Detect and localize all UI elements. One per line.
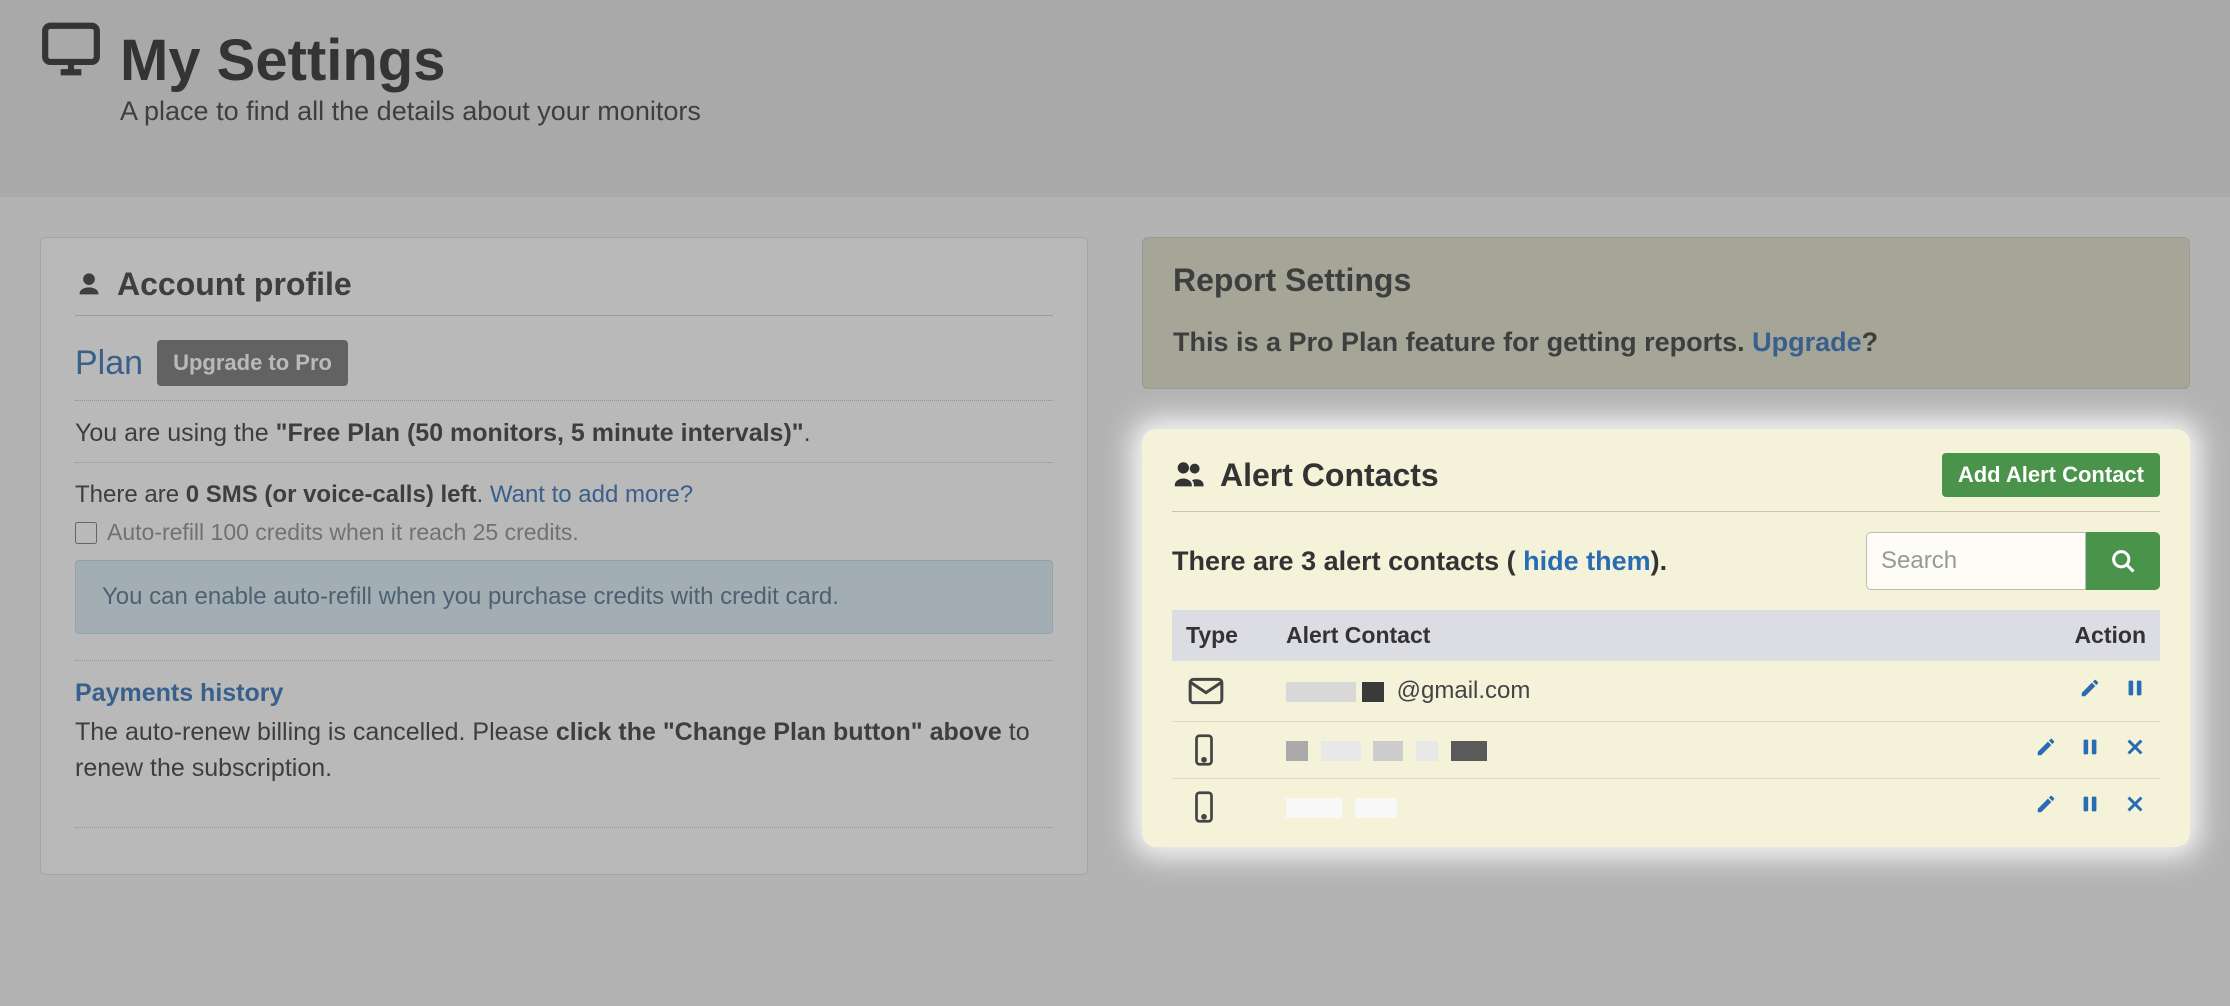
- sms-prefix: There are: [75, 481, 186, 508]
- upgrade-to-pro-button[interactable]: Upgrade to Pro: [157, 340, 348, 386]
- col-contact: Alert Contact: [1272, 610, 1838, 661]
- table-row: [1172, 779, 2160, 836]
- plan-desc-prefix: You are using the: [75, 419, 276, 447]
- envelope-icon: [1186, 671, 1258, 711]
- autorefill-checkbox[interactable]: [75, 522, 97, 544]
- report-upgrade-link[interactable]: Upgrade: [1752, 327, 1862, 357]
- plan-link[interactable]: Plan: [75, 344, 143, 383]
- search-button[interactable]: [2086, 532, 2160, 590]
- page-title: My Settings: [120, 27, 446, 94]
- monitor-icon: [40, 18, 102, 80]
- users-icon: [1172, 458, 1206, 492]
- x-icon: [2124, 736, 2146, 758]
- hide-contacts-link[interactable]: hide them: [1523, 546, 1651, 576]
- col-type: Type: [1172, 610, 1272, 661]
- sms-bold: 0 SMS (or voice-calls) left: [186, 481, 477, 508]
- table-header-row: Type Alert Contact Action: [1172, 610, 2160, 661]
- separator: [75, 660, 1053, 661]
- add-sms-link[interactable]: Want to add more?: [490, 481, 693, 508]
- pencil-icon: [2035, 793, 2057, 815]
- sms-suffix: .: [476, 481, 489, 508]
- payments-text: The auto-renew billing is cancelled. Ple…: [75, 714, 1053, 787]
- pause-contact-button[interactable]: [2079, 793, 2101, 815]
- plan-description: You are using the "Free Plan (50 monitor…: [75, 419, 1053, 463]
- edit-contact-button[interactable]: [2035, 736, 2057, 758]
- user-icon: [75, 271, 103, 299]
- autorefill-row[interactable]: Auto-refill 100 credits when it reach 25…: [75, 519, 1053, 546]
- contact-text: @gmail.com: [1397, 677, 1531, 704]
- pause-icon: [2079, 736, 2101, 758]
- pencil-icon: [2079, 677, 2101, 699]
- contact-cell: @gmail.com: [1272, 661, 1838, 722]
- report-settings-text: This is a Pro Plan feature for getting r…: [1173, 327, 2159, 358]
- edit-contact-button[interactable]: [2079, 677, 2101, 699]
- pause-icon: [2079, 793, 2101, 815]
- alert-count-prefix: There are 3 alert contacts (: [1172, 546, 1523, 576]
- delete-contact-button[interactable]: [2124, 793, 2146, 815]
- alert-contacts-table: Type Alert Contact Action: [1172, 610, 2160, 835]
- alert-contacts-panel: Alert Contacts Add Alert Contact There a…: [1142, 429, 2190, 847]
- report-text-prefix: This is a Pro Plan feature for getting r…: [1173, 327, 1752, 357]
- page-header: My Settings A place to find all the deta…: [0, 0, 2230, 197]
- payments-text-bold: click the "Change Plan button" above: [556, 718, 1002, 746]
- edit-contact-button[interactable]: [2035, 793, 2057, 815]
- mobile-icon: [1186, 732, 1258, 768]
- contact-cell: [1272, 779, 1838, 836]
- mobile-icon: [1186, 789, 1258, 825]
- autorefill-info-callout: You can enable auto-refill when you purc…: [75, 560, 1053, 634]
- plan-desc-suffix: .: [804, 419, 811, 447]
- pencil-icon: [2035, 736, 2057, 758]
- pause-icon: [2124, 677, 2146, 699]
- pause-contact-button[interactable]: [2124, 677, 2146, 699]
- delete-contact-button[interactable]: [2124, 736, 2146, 758]
- plan-desc-bold: "Free Plan (50 monitors, 5 minute interv…: [276, 419, 804, 447]
- search-input[interactable]: [1866, 532, 2086, 590]
- report-text-suffix: ?: [1862, 327, 1879, 357]
- account-profile-panel: Account profile Plan Upgrade to Pro You …: [40, 237, 1088, 875]
- x-icon: [2124, 793, 2146, 815]
- report-settings-title: Report Settings: [1173, 262, 2159, 299]
- payments-text-prefix: The auto-renew billing is cancelled. Ple…: [75, 718, 556, 746]
- col-action: Action: [1838, 610, 2161, 661]
- report-settings-panel: Report Settings This is a Pro Plan featu…: [1142, 237, 2190, 389]
- contact-cell: [1272, 722, 1838, 779]
- pause-contact-button[interactable]: [2079, 736, 2101, 758]
- payments-history-link[interactable]: Payments history: [75, 679, 1053, 708]
- separator: [75, 827, 1053, 828]
- search-icon: [2109, 547, 2137, 575]
- page-subtitle: A place to find all the details about yo…: [120, 96, 2190, 127]
- alert-count-suffix: ).: [1651, 546, 1668, 576]
- add-alert-contact-button[interactable]: Add Alert Contact: [1942, 453, 2160, 497]
- alert-contacts-title: Alert Contacts: [1220, 457, 1439, 494]
- autorefill-label: Auto-refill 100 credits when it reach 25…: [107, 519, 579, 546]
- search-group: [1866, 532, 2160, 590]
- sms-balance-row: There are 0 SMS (or voice-calls) left. W…: [75, 481, 1053, 509]
- account-profile-title: Account profile: [117, 266, 352, 303]
- alert-count-text: There are 3 alert contacts ( hide them).: [1172, 546, 1667, 577]
- table-row: @gmail.com: [1172, 661, 2160, 722]
- table-row: [1172, 722, 2160, 779]
